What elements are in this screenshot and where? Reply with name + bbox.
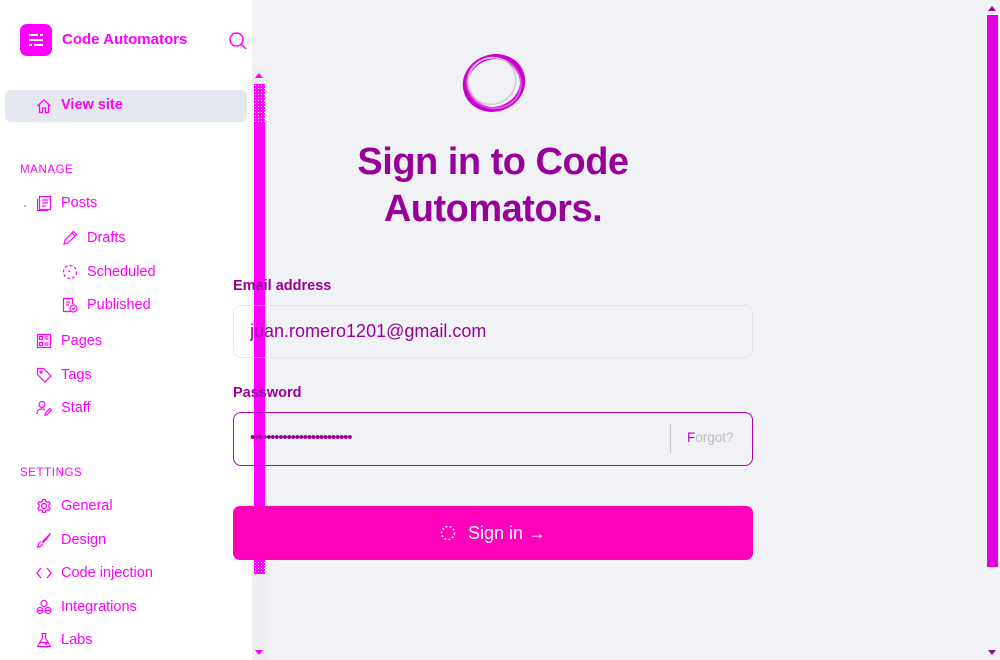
- sidebar-item-labs[interactable]: Labs: [36, 628, 92, 652]
- integrations-icon: [36, 599, 52, 615]
- sidebar-item-general[interactable]: General: [36, 494, 113, 518]
- tag-icon: [36, 367, 52, 383]
- home-icon: [36, 98, 52, 114]
- sidebar-item-label: Scheduled: [87, 264, 156, 280]
- page-title-line2: Automators.: [383, 188, 603, 230]
- page-title: Sign in to Code Automators.: [293, 139, 693, 233]
- sidebar-item-label: Staff: [61, 400, 91, 416]
- main-scrollbar-thumb[interactable]: [987, 15, 998, 567]
- posts-icon: [36, 195, 52, 211]
- staff-icon: [36, 400, 52, 416]
- clock-dashed-icon: [62, 264, 78, 280]
- sidebar-item-tags[interactable]: Tags: [36, 363, 92, 387]
- main-scroll-down-arrow-icon[interactable]: [988, 650, 996, 655]
- sidebar-item-drafts[interactable]: Drafts: [62, 226, 126, 250]
- sidebar-item-staff[interactable]: Staff: [36, 396, 91, 420]
- flask-icon: [36, 632, 52, 648]
- sidebar-item-label: View site: [61, 97, 123, 113]
- pages-icon: [36, 333, 52, 349]
- section-title-settings: SETTINGS: [20, 467, 83, 479]
- sidebar-item-label: Tags: [61, 367, 92, 383]
- sidebar-scrollbar[interactable]: [252, 68, 267, 660]
- sidebar-item-design[interactable]: Design: [36, 528, 106, 552]
- gear-icon: [36, 498, 52, 514]
- search-button[interactable]: [228, 31, 248, 51]
- forgot-password-link[interactable]: Forgot?: [687, 430, 734, 445]
- brand-name[interactable]: Code Automators: [62, 31, 187, 48]
- sidebar-item-view-site[interactable]: View site: [5, 90, 247, 122]
- password-label: Password: [233, 385, 302, 401]
- sidebar-item-label: Code injection: [61, 565, 153, 581]
- signin-button-label: Sign in →: [467, 522, 547, 543]
- ring-logo-icon: [458, 50, 530, 116]
- sidebar-item-label: General: [61, 498, 113, 514]
- email-label: Email address: [233, 278, 332, 294]
- brush-icon: [36, 532, 52, 548]
- signin-button[interactable]: Sign in →: [233, 506, 753, 560]
- sidebar-item-label: Published: [87, 297, 151, 313]
- page-title-line1: Sign in to Code: [357, 141, 629, 183]
- brand-logo[interactable]: [20, 24, 52, 56]
- search-icon: [229, 32, 247, 50]
- published-check-icon: [62, 297, 78, 313]
- main-scroll-up-arrow-icon[interactable]: [988, 6, 996, 11]
- sidebar: Code Automators View site MANAGE Posts D…: [0, 0, 252, 660]
- password-value[interactable]: •••••••••••••••••••••••••: [250, 427, 353, 449]
- scroll-down-arrow-icon[interactable]: [255, 650, 263, 655]
- sidebar-item-label: Posts: [61, 195, 98, 211]
- sidebar-item-integrations[interactable]: Integrations: [36, 595, 137, 619]
- sidebar-item-label: Pages: [61, 333, 103, 349]
- sidebar-item-label: Integrations: [61, 599, 137, 615]
- expand-caret-icon[interactable]: [24, 205, 26, 207]
- divider: [670, 424, 671, 453]
- code-icon: [36, 565, 52, 581]
- password-field[interactable]: ••••••••••••••••••••••••• Forgot?: [233, 412, 753, 466]
- settings-sliders-icon: [29, 34, 43, 46]
- sidebar-item-code-injection[interactable]: Code injection: [36, 561, 153, 585]
- scroll-up-arrow-icon[interactable]: [255, 73, 263, 78]
- sidebar-item-label: Labs: [61, 632, 93, 648]
- sidebar-item-posts[interactable]: Posts: [36, 191, 97, 215]
- sidebar-item-scheduled[interactable]: Scheduled: [62, 260, 156, 284]
- pencil-icon: [62, 230, 78, 246]
- email-field[interactable]: [233, 305, 753, 358]
- sidebar-item-label: Design: [61, 532, 107, 548]
- sidebar-item-label: Drafts: [87, 230, 126, 246]
- section-title-manage: MANAGE: [20, 164, 74, 176]
- sidebar-item-published[interactable]: Published: [62, 293, 151, 317]
- sidebar-item-pages[interactable]: Pages: [36, 329, 102, 353]
- spinner-icon: [440, 525, 456, 541]
